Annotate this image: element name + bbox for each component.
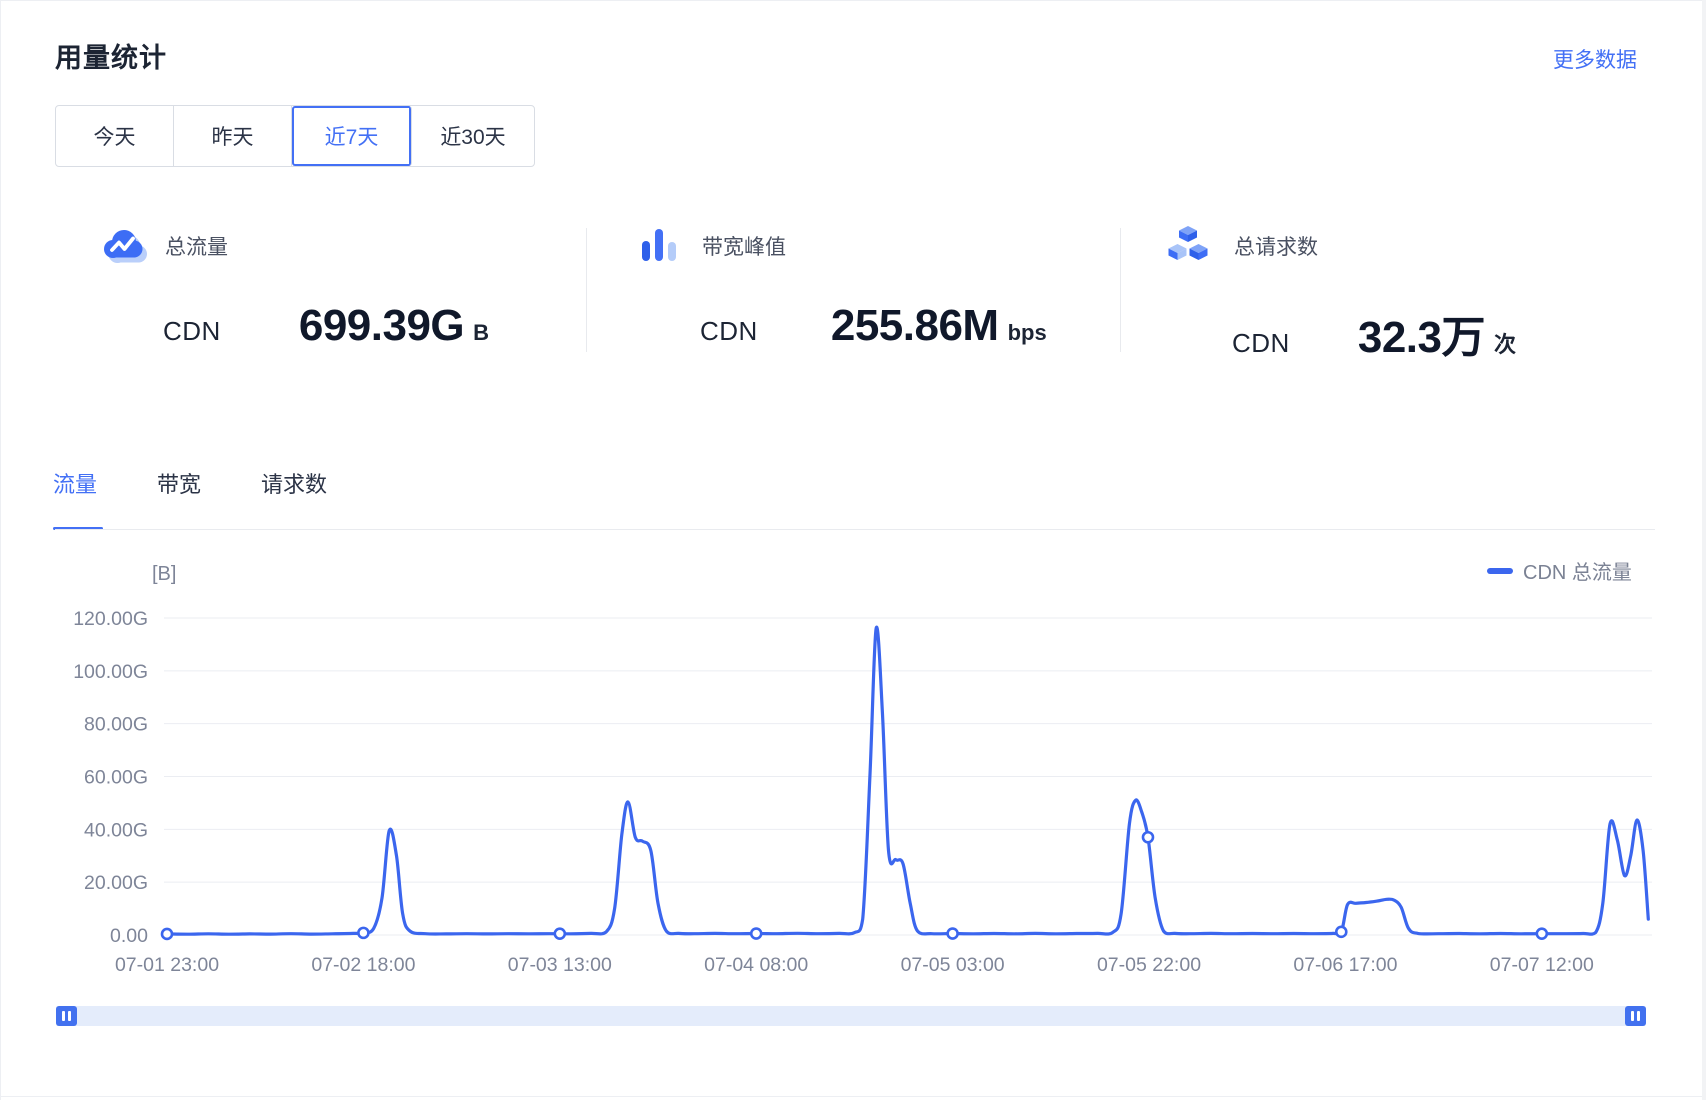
x-axis-label: 07-05 03:00 — [901, 954, 1005, 976]
y-axis-label: 40.00G — [84, 819, 148, 841]
x-axis-label: 07-03 13:00 — [508, 954, 612, 976]
x-axis-label: 07-02 18:00 — [311, 954, 415, 976]
y-axis-label: 100.00G — [73, 661, 148, 683]
y-axis-label: 20.00G — [84, 872, 148, 894]
y-axis-label: 120.00G — [73, 608, 148, 630]
data-point-marker[interactable] — [358, 928, 368, 938]
data-point-marker[interactable] — [948, 929, 958, 939]
x-axis-label: 07-05 22:00 — [1097, 954, 1201, 976]
y-axis-label: 60.00G — [84, 767, 148, 789]
datazoom-right-handle[interactable] — [1625, 1006, 1646, 1026]
series-line-cdn-total-traffic — [167, 627, 1648, 934]
traffic-line-chart: 0.00 20.00G 40.00G 60.00G 80.00G 100.00G 120.0… — [0, 0, 1706, 1100]
x-axis-label: 07-06 17:00 — [1293, 954, 1397, 976]
datazoom-slider-track[interactable] — [56, 1006, 1646, 1026]
usage-statistics-card: 用量统计 更多数据 今天 昨天 近7天 近30天 总流量 CDN 699.39G… — [0, 0, 1706, 1100]
y-axis-label: 0.00 — [110, 925, 148, 947]
y-axis-label: 80.00G — [84, 714, 148, 736]
x-axis-label: 07-07 12:00 — [1490, 954, 1594, 976]
x-axis-label: 07-01 23:00 — [115, 954, 219, 976]
data-point-marker[interactable] — [1336, 927, 1346, 937]
range-tab-last-7-days[interactable]: 近7天 — [292, 106, 412, 166]
data-point-marker[interactable] — [751, 929, 761, 939]
x-axis-label: 07-04 08:00 — [704, 954, 808, 976]
data-point-marker[interactable] — [1143, 832, 1153, 842]
data-point-marker[interactable] — [1537, 929, 1547, 939]
data-point-marker[interactable] — [555, 929, 565, 939]
data-point-marker[interactable] — [162, 929, 172, 939]
datazoom-left-handle[interactable] — [56, 1006, 77, 1026]
